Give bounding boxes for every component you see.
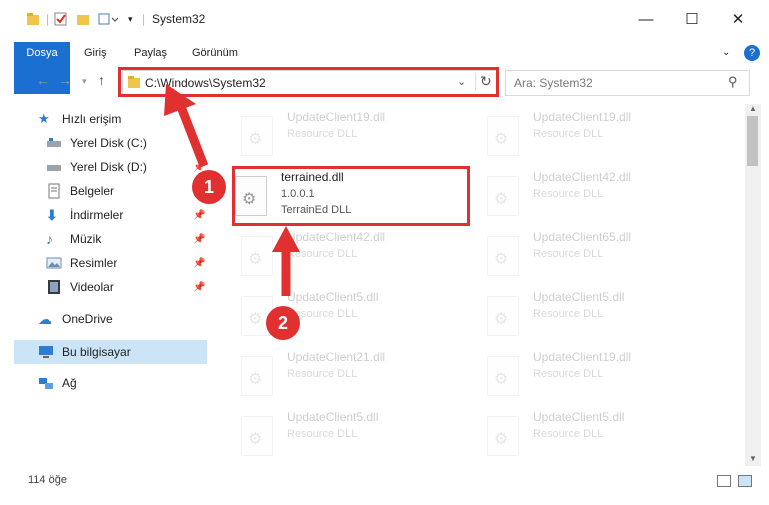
scroll-up-icon[interactable]: ▲ xyxy=(749,104,757,113)
step-badge-1: 1 xyxy=(192,170,226,204)
tiles-view-icon[interactable] xyxy=(738,475,752,487)
details-view-icon[interactable] xyxy=(717,475,731,487)
item-count: 114 öğe xyxy=(28,474,67,486)
step-badge-2: 2 xyxy=(266,306,300,340)
status-bar: 114 öğe xyxy=(0,470,769,492)
arrow-1 xyxy=(164,84,209,168)
scroll-down-icon[interactable]: ▼ xyxy=(749,454,757,463)
annotation-arrows xyxy=(164,84,300,296)
arrow-2 xyxy=(272,226,300,296)
scroll-thumb[interactable] xyxy=(747,116,758,166)
explorer-window: | ▾ | System32 — ☐ ✕ Dosya Giriş Paylaş … xyxy=(0,0,769,505)
